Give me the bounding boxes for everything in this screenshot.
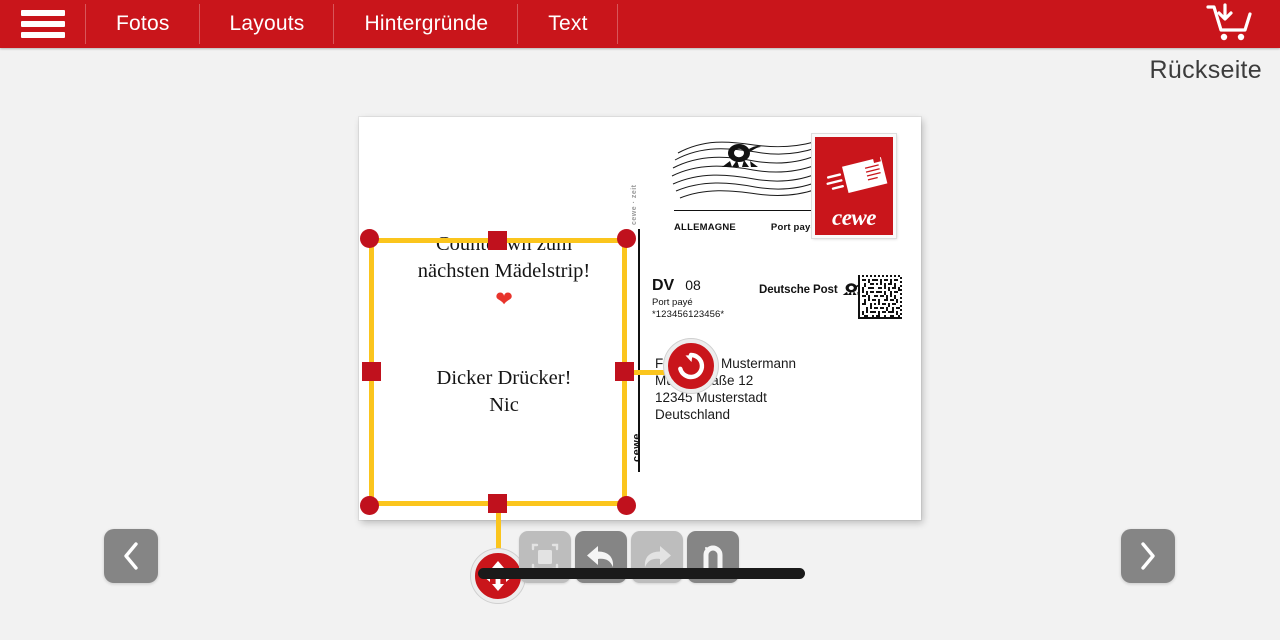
- postmark-caption: ALLEMAGNE Port payé: [674, 222, 816, 233]
- tab-hintergruende-label: Hintergründe: [364, 12, 489, 35]
- tab-layouts-label: Layouts: [229, 12, 305, 35]
- magnet-icon: [703, 545, 723, 568]
- address-line-4: Deutschland: [655, 407, 731, 422]
- postmark-franking: Port payé: [770, 222, 816, 233]
- tab-fotos[interactable]: Fotos: [86, 0, 200, 48]
- resize-handle-top-left[interactable]: [360, 229, 379, 248]
- franking-block: DV 08 Port payé *123456123456*: [652, 277, 724, 320]
- crop-frame-icon: [531, 543, 559, 571]
- tab-hintergruende[interactable]: Hintergründe: [334, 0, 519, 48]
- cart-button[interactable]: [1184, 0, 1280, 48]
- rotate-clockwise-icon: [678, 352, 705, 380]
- tab-text-label: Text: [548, 12, 588, 35]
- resize-handle-bottom-left[interactable]: [360, 496, 379, 515]
- tab-fotos-label: Fotos: [116, 12, 170, 35]
- top-navigation-bar: Fotos Layouts Hintergründe Text: [0, 0, 1280, 48]
- redo-arrow-icon: [644, 546, 671, 567]
- resize-handle-top-center[interactable]: [488, 231, 507, 250]
- postmark-rule: [674, 210, 812, 211]
- postmark-country: ALLEMAGNE: [674, 222, 736, 233]
- chevron-right-icon: [1141, 542, 1155, 570]
- hamburger-icon-bar: [21, 21, 65, 27]
- hamburger-icon-bar: [21, 32, 65, 38]
- carrier-mark: Deutsche Post: [759, 282, 862, 298]
- franking-dv-row: DV 08: [652, 277, 724, 295]
- postmark-wave-lines-icon: [671, 141, 818, 199]
- next-page-button[interactable]: [1121, 529, 1175, 583]
- resize-handle-middle-left[interactable]: [362, 362, 381, 381]
- tab-layouts[interactable]: Layouts: [200, 0, 335, 48]
- chevron-left-icon: [124, 542, 138, 570]
- menu-button[interactable]: [0, 0, 86, 48]
- postmark: ALLEMAGNE Port payé: [670, 135, 818, 235]
- deutsche-post-horn-icon: [722, 144, 761, 167]
- franking-port-paye: Port payé: [652, 297, 693, 308]
- datamatrix-code: [858, 275, 902, 319]
- page-side-label: Rückseite: [1149, 56, 1262, 84]
- flying-postcard-icon: [826, 154, 888, 194]
- franking-dv-label: DV: [652, 277, 675, 294]
- resize-handle-bottom-center[interactable]: [488, 494, 507, 513]
- resize-handle-middle-right[interactable]: [615, 362, 634, 381]
- franking-customer-code: *123456123456*: [652, 309, 725, 320]
- address-line-3: 12345 Musterstadt: [655, 390, 767, 405]
- hamburger-icon-bar: [21, 10, 65, 16]
- carrier-label: Deutsche Post: [759, 284, 838, 296]
- rotate-handle[interactable]: [664, 339, 718, 393]
- undo-arrow-icon: [587, 546, 614, 567]
- cewe-stamp: cewe: [812, 134, 896, 238]
- previous-page-button[interactable]: [104, 529, 158, 583]
- divider-brand-label-bottom: cewe: [631, 433, 643, 462]
- franking-dv-number: 08: [685, 277, 701, 293]
- selection-frame[interactable]: [360, 229, 636, 515]
- stamp-brand-label: cewe: [832, 205, 876, 230]
- resize-handle-bottom-right[interactable]: [617, 496, 636, 515]
- tab-text[interactable]: Text: [518, 0, 618, 48]
- divider-brand-label-top: cewe · zeit: [631, 184, 638, 225]
- cart-download-icon: [1206, 3, 1252, 41]
- resize-handle-top-right[interactable]: [617, 229, 636, 248]
- drag-bar[interactable]: [478, 568, 805, 579]
